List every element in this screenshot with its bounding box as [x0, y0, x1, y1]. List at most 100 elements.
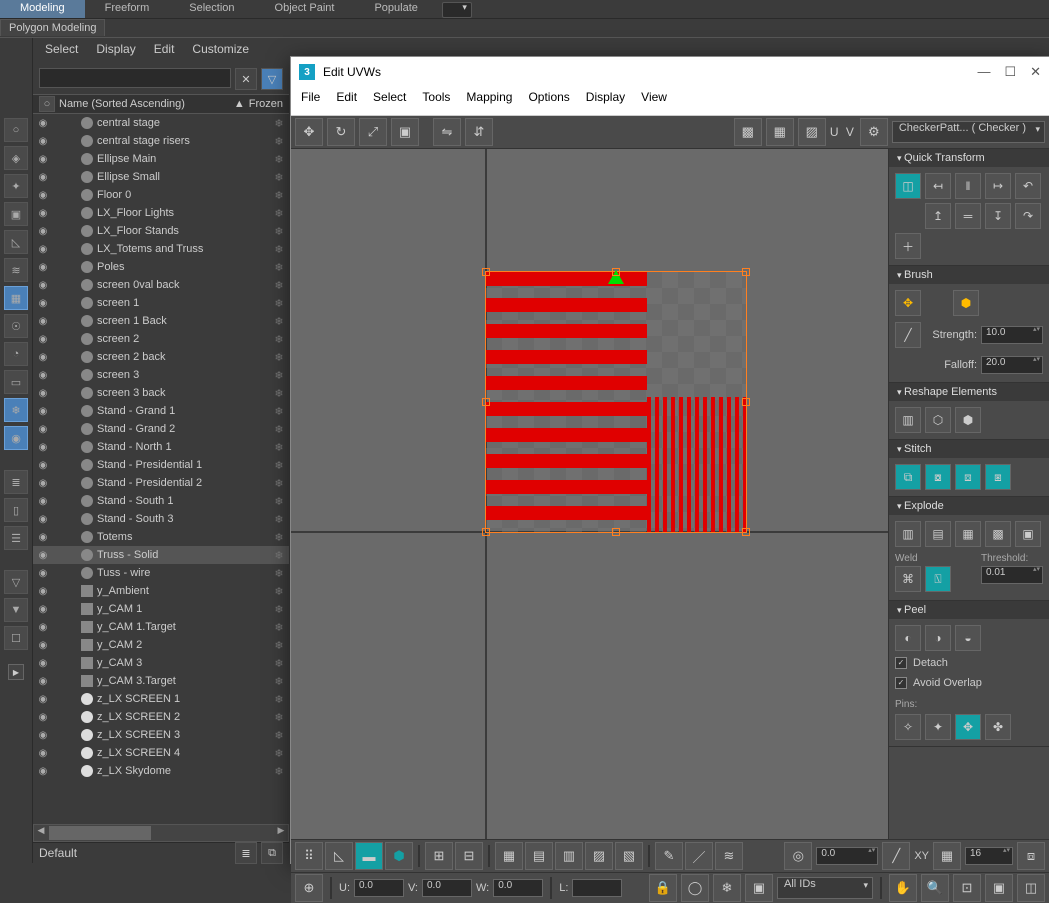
- show-map-icon[interactable]: ▨: [798, 118, 826, 146]
- render-icon[interactable]: [65, 693, 77, 705]
- scene-list[interactable]: ◉central stage❄◉central stage risers❄◉El…: [33, 114, 289, 824]
- freeze-icon[interactable]: [51, 225, 63, 237]
- visibility-icon[interactable]: ◉: [37, 567, 49, 579]
- uv-canvas[interactable]: [291, 149, 888, 839]
- rollout-peel[interactable]: Peel: [889, 601, 1049, 619]
- render-icon[interactable]: [65, 603, 77, 615]
- top-tab-selection[interactable]: Selection: [169, 0, 254, 18]
- render-icon[interactable]: [65, 747, 77, 759]
- list-item[interactable]: ◉screen 2 back❄: [33, 348, 289, 366]
- visibility-icon[interactable]: ◉: [37, 693, 49, 705]
- visibility-icon[interactable]: ◉: [37, 333, 49, 345]
- ft-ring2-icon[interactable]: ▧: [615, 842, 643, 870]
- list-item[interactable]: ◉screen 1 Back❄: [33, 312, 289, 330]
- render-icon[interactable]: [65, 765, 77, 777]
- explode-1-icon[interactable]: ▥: [895, 521, 921, 547]
- frozen-cell[interactable]: ❄: [269, 729, 289, 742]
- visibility-icon[interactable]: ◉: [37, 117, 49, 129]
- frozen-cell[interactable]: ❄: [269, 567, 289, 580]
- visibility-icon[interactable]: ◉: [37, 405, 49, 417]
- frozen-cell[interactable]: ❄: [269, 441, 289, 454]
- ft-vertex-icon[interactable]: ⠿: [295, 842, 323, 870]
- visibility-icon[interactable]: ◉: [37, 279, 49, 291]
- scene-header[interactable]: ○ Name (Sorted Ascending) ▲ Frozen: [33, 94, 289, 114]
- uv-bounds[interactable]: [485, 271, 747, 533]
- visibility-icon[interactable]: ◉: [37, 459, 49, 471]
- render-icon[interactable]: [65, 135, 77, 147]
- map-dropdown[interactable]: CheckerPatt... ( Checker ): [892, 121, 1045, 143]
- threshold-input[interactable]: 0.01: [981, 566, 1043, 584]
- render-icon[interactable]: [65, 585, 77, 597]
- stitch-1-icon[interactable]: ⧉: [895, 464, 921, 490]
- brush-relax-icon[interactable]: ⬢: [953, 290, 979, 316]
- list-item[interactable]: ◉Truss - Solid❄: [33, 546, 289, 564]
- top-dropdown[interactable]: [442, 2, 472, 18]
- qt-align-h-icon[interactable]: ═: [955, 203, 981, 229]
- list-item[interactable]: ◉LX_Totems and Truss❄: [33, 240, 289, 258]
- render-icon[interactable]: [65, 117, 77, 129]
- rollout-stitch[interactable]: Stitch: [889, 440, 1049, 458]
- render-icon[interactable]: [65, 621, 77, 633]
- uv-menu-view[interactable]: View: [641, 90, 667, 112]
- freeze-icon[interactable]: [51, 297, 63, 309]
- ft-ring-icon[interactable]: ▨: [585, 842, 613, 870]
- list-item[interactable]: ◉z_LX SCREEN 4❄: [33, 744, 289, 762]
- stitch-4-icon[interactable]: ⧆: [985, 464, 1011, 490]
- rollout-brush[interactable]: Brush: [889, 266, 1049, 284]
- list-item[interactable]: ◉z_LX Skydome❄: [33, 762, 289, 780]
- visibility-icon[interactable]: ◉: [37, 153, 49, 165]
- search-clear-icon[interactable]: ✕: [235, 68, 257, 90]
- render-icon[interactable]: [65, 405, 77, 417]
- freeze-icon[interactable]: [51, 459, 63, 471]
- visibility-icon[interactable]: ◉: [37, 495, 49, 507]
- visibility-icon[interactable]: ◉: [37, 315, 49, 327]
- ft-falloff-icon[interactable]: ╱: [882, 842, 910, 870]
- freeze-icon[interactable]: [51, 153, 63, 165]
- visibility-icon[interactable]: ◉: [37, 729, 49, 741]
- fc-w-input[interactable]: 0.0: [493, 879, 543, 897]
- explode-2-icon[interactable]: ▤: [925, 521, 951, 547]
- qt-align-right-icon[interactable]: ↦: [985, 173, 1011, 199]
- list-item[interactable]: ◉Floor 0❄: [33, 186, 289, 204]
- visibility-icon[interactable]: ◉: [37, 369, 49, 381]
- filter-light2-icon[interactable]: ✦: [4, 174, 28, 198]
- frozen-cell[interactable]: ❄: [269, 477, 289, 490]
- render-icon[interactable]: [65, 333, 77, 345]
- ft-grid2-icon[interactable]: ▦: [933, 842, 961, 870]
- freeze-icon[interactable]: [51, 585, 63, 597]
- render-icon[interactable]: [65, 207, 77, 219]
- freeze-icon[interactable]: [51, 693, 63, 705]
- rotate-icon[interactable]: ↻: [327, 118, 355, 146]
- grid-icon[interactable]: ▦: [766, 118, 794, 146]
- filter-helper-icon[interactable]: ◺: [4, 230, 28, 254]
- frozen-cell[interactable]: ❄: [269, 153, 289, 166]
- filter-panel-icon[interactable]: ▭: [4, 370, 28, 394]
- visibility-icon[interactable]: ◉: [37, 261, 49, 273]
- freeze-icon[interactable]: [51, 243, 63, 255]
- visibility-icon[interactable]: ◉: [37, 477, 49, 489]
- weld-2-icon[interactable]: ⍂: [925, 566, 951, 592]
- visibility-icon[interactable]: ◉: [37, 765, 49, 777]
- list-item[interactable]: ◉Ellipse Small❄: [33, 168, 289, 186]
- qt-align-v-icon[interactable]: ‖: [955, 173, 981, 199]
- weld-1-icon[interactable]: ⌘: [895, 566, 921, 592]
- reshape-straighten-icon[interactable]: ▥: [895, 407, 921, 433]
- ft-element-icon[interactable]: ⬢: [385, 842, 413, 870]
- uv-menu-select[interactable]: Select: [373, 90, 406, 112]
- frozen-cell[interactable]: ❄: [269, 423, 289, 436]
- render-icon[interactable]: [65, 423, 77, 435]
- render-icon[interactable]: [65, 495, 77, 507]
- uv-menu-tools[interactable]: Tools: [422, 90, 450, 112]
- visibility-icon[interactable]: ◉: [37, 747, 49, 759]
- list-item[interactable]: ◉central stage risers❄: [33, 132, 289, 150]
- list-item[interactable]: ◉Stand - South 3❄: [33, 510, 289, 528]
- list-item[interactable]: ◉z_LX SCREEN 1❄: [33, 690, 289, 708]
- avoid-overlap-checkbox[interactable]: ✓: [895, 677, 907, 689]
- list-item[interactable]: ◉Poles❄: [33, 258, 289, 276]
- render-icon[interactable]: [65, 171, 77, 183]
- freeze-icon[interactable]: [51, 261, 63, 273]
- freeze-icon[interactable]: [51, 441, 63, 453]
- ft-grow-icon[interactable]: ▦: [495, 842, 523, 870]
- render-icon[interactable]: [65, 459, 77, 471]
- top-tab-freeform[interactable]: Freeform: [85, 0, 170, 18]
